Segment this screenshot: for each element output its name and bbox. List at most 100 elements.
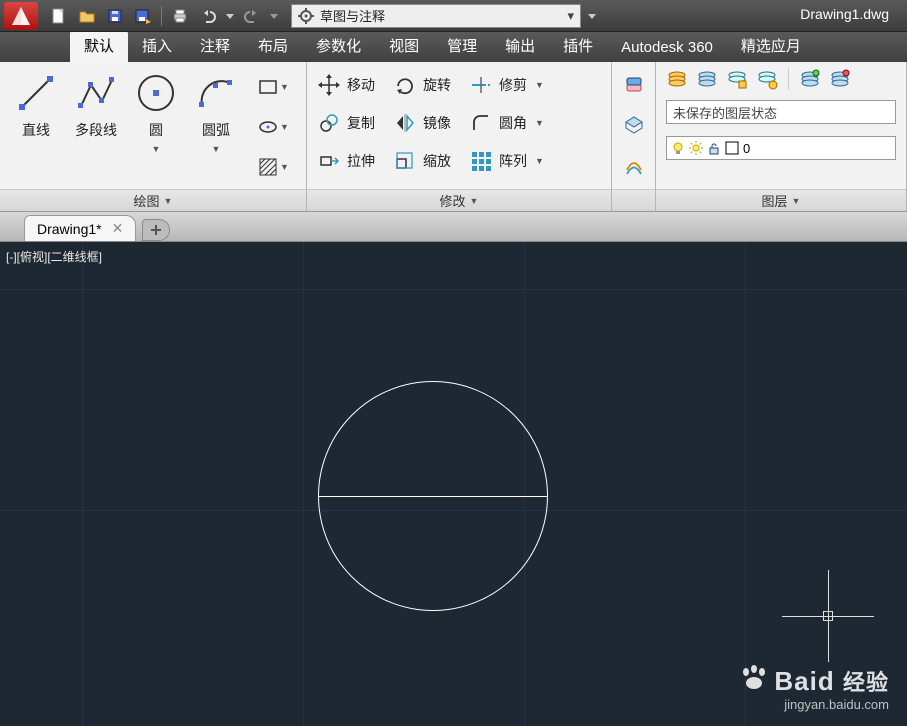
lightbulb-on-icon [671, 141, 685, 155]
chevron-down-icon: ▼ [470, 196, 479, 206]
fillet-icon [469, 111, 493, 135]
array-button[interactable]: 阵列 ▼ [469, 144, 544, 178]
paw-icon [739, 665, 769, 691]
gridline [303, 242, 304, 726]
hatch-button[interactable]: ▼ [254, 152, 298, 182]
line-label: 直线 [22, 120, 50, 140]
panel-draw-title[interactable]: 绘图▼ [0, 189, 306, 211]
ellipse-button[interactable]: ▼ [254, 112, 298, 142]
panel-utilities-title [612, 189, 655, 211]
tab-parametric[interactable]: 参数化 [302, 30, 375, 62]
sun-icon [689, 141, 703, 155]
ellipse-icon [258, 117, 278, 137]
quick-access-toolbar: 草图与注释 ▾ Drawing1.dwg [0, 0, 907, 32]
layer-current-selector[interactable]: 0 [666, 136, 896, 160]
fillet-button[interactable]: 圆角 ▼ [469, 106, 544, 140]
open-file-icon[interactable] [74, 4, 100, 28]
circle-label: 圆 [149, 120, 163, 140]
undo-icon[interactable] [195, 4, 221, 28]
watermark: Baid 经验 jingyan.baidu.com [739, 665, 889, 712]
tab-manage[interactable]: 管理 [433, 30, 491, 62]
line-button[interactable]: 直线 [8, 68, 64, 187]
workspace-selector[interactable]: 草图与注释 ▾ [291, 4, 581, 28]
save-icon[interactable] [102, 4, 128, 28]
chevron-down-icon: ▼ [212, 146, 221, 152]
qat-dropdown-icon[interactable] [585, 4, 599, 28]
layer-lock-button[interactable] [756, 68, 778, 90]
mirror-button[interactable]: 镜像 [393, 106, 451, 140]
move-icon [317, 73, 341, 97]
circle-button[interactable]: 圆 ▼ [128, 68, 184, 187]
layer-off-button[interactable] [696, 68, 718, 90]
unlock-icon [707, 141, 721, 155]
undo-dropdown-icon[interactable] [223, 4, 237, 28]
new-file-icon[interactable] [46, 4, 72, 28]
offset-button[interactable] [619, 150, 649, 180]
color-swatch-icon [725, 141, 739, 155]
tab-view[interactable]: 视图 [375, 30, 433, 62]
close-icon[interactable]: ✕ [112, 220, 124, 237]
rotate-icon [393, 73, 417, 97]
viewport-label[interactable]: [-][俯视][二维线框] [6, 248, 102, 265]
layer-unisolate-button[interactable] [829, 68, 851, 90]
panel-utilities [612, 62, 656, 211]
panel-modify: 移动 旋转 修剪 ▼ 复制 镜像 [307, 62, 612, 211]
tab-annotate[interactable]: 注释 [186, 30, 244, 62]
drawing-canvas[interactable]: [-][俯视][二维线框] Baid 经验 jingyan.baidu.com [0, 242, 907, 726]
arc-button[interactable]: 圆弧 ▼ [188, 68, 244, 187]
trim-button[interactable]: 修剪 ▼ [469, 68, 544, 102]
document-tab-active[interactable]: Drawing1* ✕ [24, 215, 136, 241]
scale-button[interactable]: 缩放 [393, 144, 451, 178]
redo-dropdown-icon[interactable] [267, 4, 281, 28]
chevron-down-icon: ▼ [164, 196, 173, 206]
stretch-button[interactable]: 拉伸 [317, 144, 375, 178]
arc-label: 圆弧 [202, 120, 230, 140]
gear-icon [298, 8, 314, 24]
panel-layers: 未保存的图层状态 0 图层▼ [656, 62, 907, 211]
new-tab-button[interactable] [142, 219, 170, 241]
chevron-down-icon: ▼ [792, 196, 801, 206]
stretch-icon [317, 149, 341, 173]
copy-button[interactable]: 复制 [317, 106, 375, 140]
separator [161, 6, 162, 26]
tab-default[interactable]: 默认 [70, 30, 128, 62]
drawn-line[interactable] [318, 496, 548, 497]
chevron-down-icon: ▼ [535, 118, 544, 128]
chevron-down-icon: ▼ [535, 80, 544, 90]
print-icon[interactable] [167, 4, 193, 28]
tab-insert[interactable]: 插入 [128, 30, 186, 62]
tab-layout[interactable]: 布局 [244, 30, 302, 62]
panel-layers-title[interactable]: 图层▼ [656, 189, 906, 211]
tab-output[interactable]: 输出 [491, 30, 549, 62]
ribbon-tabs: 默认 插入 注释 布局 参数化 视图 管理 输出 插件 Autodesk 360… [0, 32, 907, 62]
chevron-down-icon: ▼ [152, 146, 161, 152]
document-title: Drawing1.dwg [800, 6, 889, 22]
explode-button[interactable] [619, 110, 649, 140]
workspace-label: 草图与注释 [320, 6, 385, 25]
save-as-icon[interactable] [130, 4, 156, 28]
layer-isolate-button[interactable] [799, 68, 821, 90]
document-tabs: Drawing1* ✕ [0, 212, 907, 242]
move-button[interactable]: 移动 [317, 68, 375, 102]
tab-autodesk360[interactable]: Autodesk 360 [607, 34, 727, 62]
explode-icon [623, 114, 645, 136]
polyline-button[interactable]: 多段线 [68, 68, 124, 187]
gridline [745, 242, 746, 726]
layer-properties-button[interactable] [666, 68, 688, 90]
hatch-icon [258, 157, 278, 177]
rectangle-button[interactable]: ▼ [254, 72, 298, 102]
rotate-button[interactable]: 旋转 [393, 68, 451, 102]
tab-featured[interactable]: 精选应月 [727, 30, 815, 62]
layer-freeze-button[interactable] [726, 68, 748, 90]
gridline [0, 289, 907, 290]
ribbon: 直线 多段线 圆 ▼ 圆弧 ▼ ▼ ▼ [0, 62, 907, 212]
trim-icon [469, 73, 493, 97]
app-menu-button[interactable] [4, 2, 38, 30]
plus-icon [150, 224, 162, 236]
layer-state-selector[interactable]: 未保存的图层状态 [666, 100, 896, 124]
panel-modify-title[interactable]: 修改▼ [307, 189, 611, 211]
redo-icon[interactable] [239, 4, 265, 28]
offset-icon [623, 154, 645, 176]
erase-button[interactable] [619, 70, 649, 100]
tab-addins[interactable]: 插件 [549, 30, 607, 62]
